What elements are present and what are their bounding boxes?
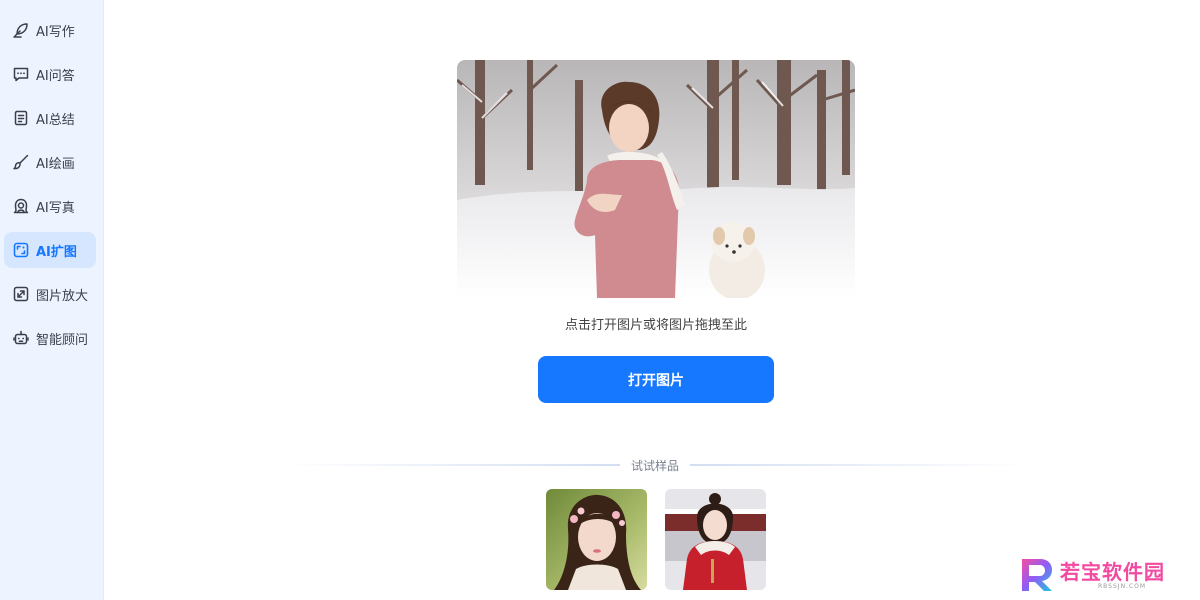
watermark-logo: 若宝软件园 RBSSJN.COM	[1018, 555, 1188, 595]
sidebar-item-ai-summary[interactable]: AI总结	[4, 100, 96, 136]
sample-portrait-image	[665, 489, 766, 590]
sidebar: AI写作 AI问答 AI总结 AI绘画 AI写真 AI扩图 图片放大 智能顾问	[0, 0, 104, 600]
enlarge-icon	[12, 285, 30, 303]
drop-hint-text: 点击打开图片或将图片拖拽至此	[564, 318, 747, 333]
sidebar-item-label: AI扩图	[36, 244, 77, 260]
sidebar-item-label: 智能顾问	[36, 332, 89, 348]
sidebar-item-label: AI总结	[36, 112, 75, 128]
app-window: AI写作 AI问答 AI总结 AI绘画 AI写真 AI扩图 图片放大 智能顾问 …	[0, 0, 1200, 600]
feather-pen-icon	[12, 21, 30, 39]
sidebar-item-ai-qa[interactable]: AI问答	[4, 56, 96, 92]
sample-preview-image	[457, 60, 855, 298]
sample-portrait-image	[546, 489, 647, 590]
divider-left	[280, 464, 620, 466]
sidebar-item-ai-writing[interactable]: AI写作	[4, 12, 96, 48]
watermark-subtext: RBSSJN.COM	[1098, 583, 1147, 590]
sidebar-item-label: AI绘画	[36, 156, 75, 172]
sample-thumbnail[interactable]	[665, 489, 766, 590]
sidebar-item-label: 图片放大	[36, 288, 89, 304]
samples-title: 试试样品	[630, 459, 679, 473]
image-drop-zone[interactable]	[457, 60, 855, 298]
portrait-icon	[12, 197, 30, 215]
sidebar-item-ai-outpaint[interactable]: AI扩图	[4, 232, 96, 268]
chat-bubble-icon	[12, 65, 30, 83]
sidebar-item-image-upscale[interactable]: 图片放大	[4, 276, 96, 312]
sidebar-item-label: AI写作	[36, 24, 75, 40]
sidebar-item-ai-portrait[interactable]: AI写真	[4, 188, 96, 224]
open-image-button[interactable]: 打开图片	[538, 356, 774, 403]
logo-r-icon	[1022, 559, 1052, 591]
sidebar-item-label: AI问答	[36, 68, 75, 84]
sidebar-item-label: AI写真	[36, 200, 75, 216]
image-expand-icon	[12, 241, 30, 259]
document-icon	[12, 109, 30, 127]
sample-thumbnail[interactable]	[546, 489, 647, 590]
watermark-text: 若宝软件园	[1060, 560, 1165, 584]
sidebar-item-ai-painting[interactable]: AI绘画	[4, 144, 96, 180]
robot-icon	[12, 329, 30, 347]
divider-right	[690, 464, 1030, 466]
sidebar-item-smart-advisor[interactable]: 智能顾问	[4, 320, 96, 356]
paintbrush-icon	[12, 153, 30, 171]
